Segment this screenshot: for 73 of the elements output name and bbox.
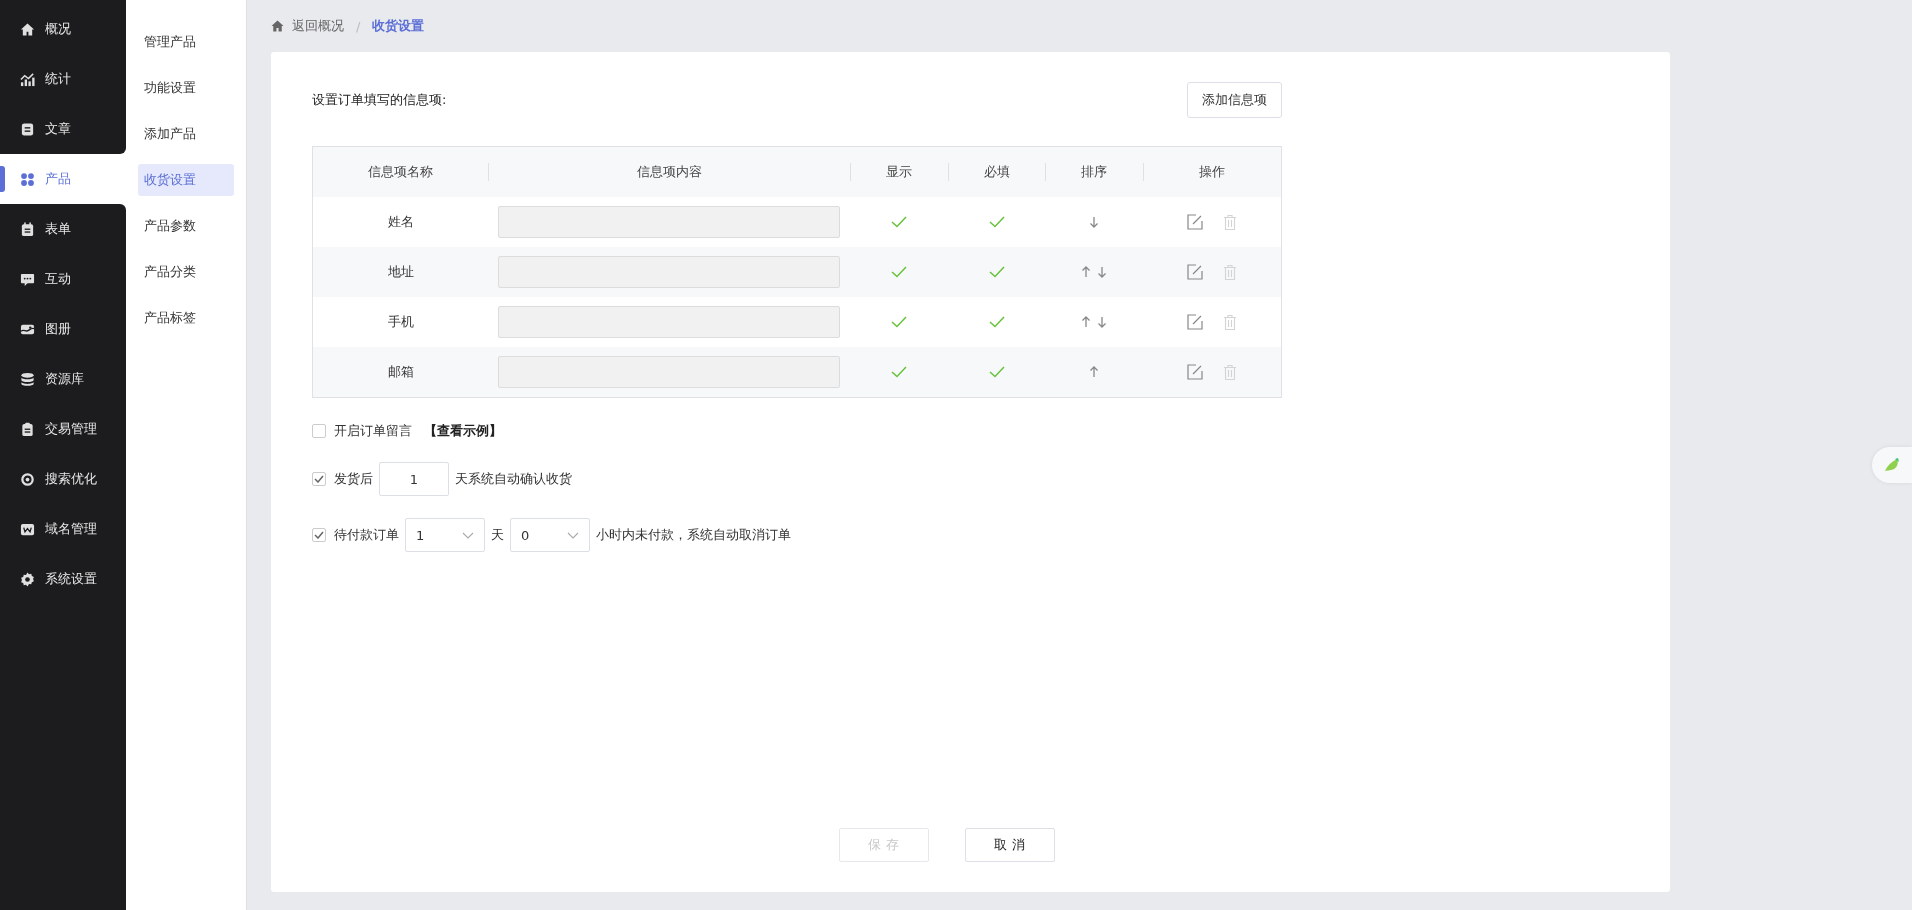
subnav-item[interactable]: 添加产品	[138, 118, 234, 150]
column-header: 排序	[1045, 147, 1143, 197]
item-name: 姓名	[387, 213, 414, 231]
edit-icon[interactable]	[1187, 264, 1203, 280]
database-icon	[20, 371, 35, 387]
option-label: 发货后	[334, 470, 373, 488]
nav-item[interactable]: 图册	[0, 304, 126, 354]
subnav-item[interactable]: 收货设置	[138, 164, 234, 196]
up-arrow-icon[interactable]	[1081, 266, 1091, 278]
item-name: 邮箱	[387, 363, 414, 381]
option-label: 开启订单留言	[334, 422, 412, 440]
home-icon	[20, 21, 35, 37]
target-icon	[20, 471, 35, 487]
nav-item[interactable]: 概况	[0, 0, 126, 54]
option-label: 天系统自动确认收货	[455, 470, 572, 488]
column-header: 操作	[1143, 147, 1281, 197]
checkbox[interactable]	[312, 528, 326, 542]
up-arrow-icon[interactable]	[1089, 366, 1099, 378]
item-name: 地址	[387, 263, 414, 281]
leaf-icon	[1884, 458, 1900, 472]
checkbox[interactable]	[312, 472, 326, 486]
grid-icon	[20, 171, 35, 187]
item-name: 手机	[387, 313, 414, 331]
w-badge-icon	[20, 521, 35, 537]
subnav-item[interactable]: 产品参数	[138, 210, 234, 242]
column-header: 显示	[850, 147, 948, 197]
nav-item[interactable]: 文章	[0, 104, 126, 154]
option-label: 小时内未付款，系统自动取消订单	[596, 526, 791, 544]
nav-item[interactable]: 搜索优化	[0, 454, 126, 504]
up-arrow-icon[interactable]	[1081, 316, 1091, 328]
column-header: 信息项内容	[488, 147, 850, 197]
nav-item[interactable]: 统计	[0, 54, 126, 104]
down-arrow-icon[interactable]	[1097, 316, 1107, 328]
days-select[interactable]: 1	[405, 518, 485, 552]
edit-icon[interactable]	[1187, 314, 1203, 330]
document-icon	[20, 121, 35, 137]
nav-item[interactable]: 交易管理	[0, 404, 126, 454]
hours-select[interactable]: 0	[510, 518, 590, 552]
add-item-button[interactable]: 添加信息项	[1187, 82, 1282, 118]
nav-item[interactable]: 资源库	[0, 354, 126, 404]
option-label: 待付款订单	[334, 526, 399, 544]
view-example-link[interactable]: 【查看示例】	[424, 422, 502, 440]
down-arrow-icon[interactable]	[1089, 216, 1099, 228]
unit-label: 天	[491, 526, 504, 544]
column-header: 信息项名称	[313, 147, 488, 197]
nav-item[interactable]: 互动	[0, 254, 126, 304]
back-link[interactable]: 返回概况	[292, 17, 344, 35]
section-title: 设置订单填写的信息项:	[312, 91, 447, 109]
subnav-item[interactable]: 产品标签	[138, 302, 234, 334]
down-arrow-icon[interactable]	[1097, 266, 1107, 278]
home-icon	[271, 20, 284, 32]
days-input[interactable]: 1	[379, 462, 449, 496]
settings-icon	[20, 571, 35, 587]
cancel-button[interactable]: 取 消	[964, 828, 1055, 862]
nav-item[interactable]: 系统设置	[0, 554, 126, 604]
chart-icon	[20, 71, 35, 87]
edit-icon[interactable]	[1187, 364, 1203, 380]
breadcrumb-separator: /	[356, 18, 361, 34]
nav-item[interactable]: 域名管理	[0, 504, 126, 554]
subnav-item[interactable]: 产品分类	[138, 256, 234, 288]
floating-helper-button[interactable]	[1872, 447, 1912, 483]
chat-icon	[20, 271, 35, 287]
calendar-icon	[20, 221, 35, 237]
checkbox[interactable]	[312, 424, 326, 438]
subnav-item[interactable]: 管理产品	[138, 26, 234, 58]
edit-icon[interactable]	[1187, 214, 1203, 230]
chevron-down-icon	[567, 531, 579, 539]
chevron-down-icon	[462, 531, 474, 539]
subnav-item[interactable]: 功能设置	[138, 72, 234, 104]
breadcrumb-current: 收货设置	[372, 17, 425, 35]
column-header: 必填	[948, 147, 1045, 197]
nav-item[interactable]: 表单	[0, 204, 126, 254]
clipboard-icon	[20, 421, 35, 437]
